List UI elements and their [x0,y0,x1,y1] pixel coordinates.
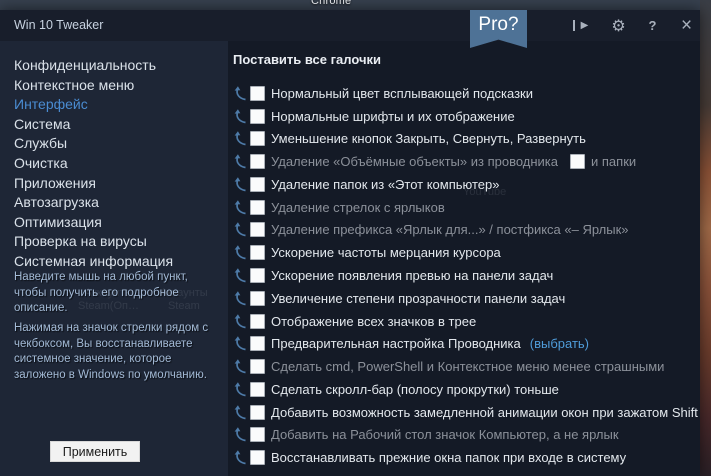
tweak-label: Удаление «Объёмные объекты» из проводник… [271,154,558,169]
checkbox[interactable] [250,336,265,351]
checkbox[interactable] [250,222,265,237]
run-tweaks-icon[interactable]: ▶ [573,20,592,31]
tweak-label: Восстанавливать прежние окна папок при в… [271,450,626,465]
restore-default-arrow-icon[interactable] [233,109,247,124]
tweak-extra-label: и папки [591,154,636,169]
tweak-row: Сделать cmd, PowerShell и Контекстное ме… [233,355,696,378]
checkbox[interactable] [250,314,265,329]
tweak-row: Удаление папок из «Этот компьютер» [233,173,696,196]
checkbox[interactable] [250,109,265,124]
tweak-label: Нормальные шрифты и их отображение [271,109,515,124]
restore-default-arrow-icon[interactable] [233,382,247,397]
tweak-label: Ускорение появления превью на панели зад… [271,268,553,283]
restore-default-arrow-icon[interactable] [233,131,247,146]
tweak-label: Предварительная настройка Проводника [271,336,521,351]
tweak-row: Добавить на Рабочий стол значок Компьюте… [233,423,696,446]
titlebar-icons: ▶ ⚙ ? × [539,10,694,41]
sidebar-item-9[interactable]: Проверка на вирусы [0,232,228,252]
tweak-list: Нормальный цвет всплывающей подсказки Но… [233,82,696,469]
wallpaper-right-strip [700,0,711,476]
tweak-row: Ускорение частоты мерцания курсора [233,241,696,264]
sidebar-item-7[interactable]: Автозагрузка [0,193,228,213]
settings-gear-icon[interactable]: ⚙ [611,16,626,36]
restore-default-arrow-icon[interactable] [233,154,247,169]
checkbox[interactable] [250,450,265,465]
tweak-label: Удаление стрелок с ярлыков [271,200,445,215]
checkbox-extra[interactable] [570,154,585,169]
sidebar-item-2[interactable]: Интерфейс [0,95,228,115]
sidebar-item-8[interactable]: Оптимизация [0,213,228,233]
checkbox[interactable] [250,177,265,192]
checkbox[interactable] [250,154,265,169]
checkbox[interactable] [250,405,265,420]
tweak-label: Удаление префикса «Ярлык для...» / постф… [271,222,628,237]
restore-default-arrow-icon[interactable] [233,405,247,420]
apply-button[interactable]: Применить [50,441,140,462]
tweak-label: Уменьшение кнопок Закрыть, Свернуть, Раз… [271,131,586,146]
checkbox[interactable] [250,245,265,260]
tweak-row: Удаление префикса «Ярлык для...» / постф… [233,219,696,242]
sidebar-item-6[interactable]: Приложения [0,174,228,194]
sidebar-hint-hover: Наведите мышь на любой пункт, чтобы полу… [14,270,214,317]
main-panel: Поставить все галочки Нормальный цвет вс… [228,41,700,476]
close-icon[interactable]: × [679,18,694,33]
check-all-heading[interactable]: Поставить все галочки [233,52,381,67]
tweak-row: Нормальные шрифты и их отображение [233,105,696,128]
desktop-icon-label-chrome[interactable]: Chrome [311,0,351,7]
tweak-row: Удаление стрелок с ярлыков [233,196,696,219]
sidebar: КонфиденциальностьКонтекстное менюИнтерф… [0,41,228,476]
tweak-label: Нормальный цвет всплывающей подсказки [271,86,533,101]
checkbox[interactable] [250,291,265,306]
checkbox[interactable] [250,268,265,283]
tweak-row: Предварительная настройка Проводника (вы… [233,332,696,355]
sidebar-item-10[interactable]: Системная информация [0,252,228,272]
tweak-label: Увеличение степени прозрачности панели з… [271,291,565,306]
restore-default-arrow-icon[interactable] [233,314,247,329]
sidebar-hint-restore: Нажимая на значок стрелки рядом с чекбок… [14,321,214,383]
sidebar-item-4[interactable]: Службы [0,134,228,154]
checkbox[interactable] [250,427,265,442]
tweak-label: Ускорение частоты мерцания курсора [271,245,501,260]
tweak-label: Сделать cmd, PowerShell и Контекстное ме… [271,359,664,374]
choose-link[interactable]: (выбрать) [530,336,589,351]
tweak-row: Нормальный цвет всплывающей подсказки [233,82,696,105]
tweak-label: Добавить возможность замедленной анимаци… [271,405,698,420]
tweak-row: Добавить возможность замедленной анимаци… [233,401,696,424]
tweak-row: Восстанавливать прежние окна папок при в… [233,446,696,469]
checkbox[interactable] [250,131,265,146]
tweak-label: Отображение всех значков в трее [271,314,476,329]
tweak-label: Удаление папок из «Этот компьютер» [271,177,500,192]
tweak-row: Удаление «Объёмные объекты» из проводник… [233,150,696,173]
sidebar-item-0[interactable]: Конфиденциальность [0,56,228,76]
restore-default-arrow-icon[interactable] [233,200,247,215]
checkbox[interactable] [250,359,265,374]
tweak-row: Отображение всех значков в трее [233,310,696,333]
sidebar-item-5[interactable]: Очистка [0,154,228,174]
sidebar-item-3[interactable]: Система [0,115,228,135]
restore-default-arrow-icon[interactable] [233,427,247,442]
tweak-label: Сделать скролл-бар (полосу прокрутки) то… [271,382,559,397]
restore-default-arrow-icon[interactable] [233,222,247,237]
restore-default-arrow-icon[interactable] [233,268,247,283]
checkbox[interactable] [250,200,265,215]
restore-default-arrow-icon[interactable] [233,336,247,351]
tweak-label: Добавить на Рабочий стол значок Компьюте… [271,427,619,442]
restore-default-arrow-icon[interactable] [233,177,247,192]
tweak-row: Ускорение появления превью на панели зад… [233,264,696,287]
restore-default-arrow-icon[interactable] [233,245,247,260]
restore-default-arrow-icon[interactable] [233,86,247,101]
restore-default-arrow-icon[interactable] [233,291,247,306]
tweak-row: Уменьшение кнопок Закрыть, Свернуть, Раз… [233,128,696,151]
window-title: Win 10 Tweaker [14,10,103,41]
win10tweaker-window: Win 10 Tweaker Pro? ▶ ⚙ ? × Конфиденциал… [0,10,700,476]
tweak-row: Сделать скролл-бар (полосу прокрутки) то… [233,378,696,401]
checkbox[interactable] [250,382,265,397]
restore-default-arrow-icon[interactable] [233,450,247,465]
sidebar-menu: КонфиденциальностьКонтекстное менюИнтерф… [0,56,228,272]
tweak-row: Увеличение степени прозрачности панели з… [233,287,696,310]
help-icon[interactable]: ? [645,18,660,33]
sidebar-item-1[interactable]: Контекстное меню [0,76,228,96]
checkbox[interactable] [250,86,265,101]
restore-default-arrow-icon[interactable] [233,359,247,374]
